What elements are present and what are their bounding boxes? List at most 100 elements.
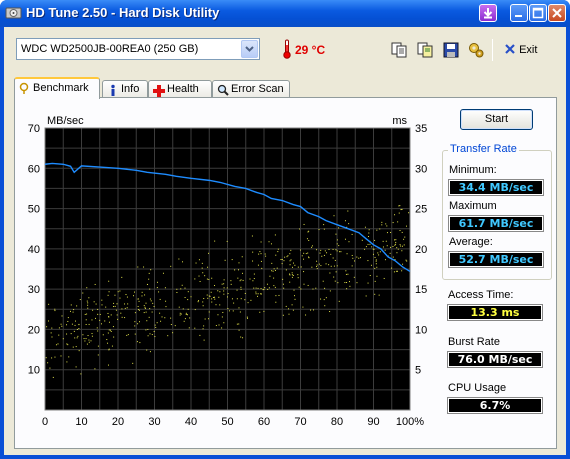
access-time-point (219, 304, 221, 306)
access-time-point (207, 318, 209, 320)
start-button[interactable]: Start (460, 109, 533, 130)
access-time-point (147, 283, 149, 285)
x-tick-label: 60 (258, 416, 270, 428)
access-time-point (223, 293, 225, 295)
access-time-point (386, 232, 388, 234)
access-time-point (288, 313, 290, 315)
access-time-point (75, 346, 77, 348)
access-time-point (85, 338, 87, 340)
save-icon[interactable] (442, 41, 460, 59)
access-time-point (198, 275, 200, 277)
benchmark-chart: MB/sec ms7060504030201035302520151050 10 20… (28, 115, 428, 428)
access-time-point (203, 298, 205, 300)
access-time-point (332, 248, 334, 250)
options-icon[interactable] (467, 41, 485, 59)
access-time-point (202, 328, 204, 330)
access-time-point (176, 288, 178, 290)
access-time-point (286, 256, 288, 258)
access-time-point (195, 262, 197, 264)
exit-button[interactable]: Exit (504, 43, 537, 56)
temperature-readout: 29 °C (295, 43, 326, 57)
access-time-point (119, 297, 121, 299)
access-time-point (403, 238, 405, 240)
access-time-point (273, 285, 275, 287)
x-tick-label: 10 (75, 416, 87, 428)
access-time-point (51, 327, 53, 329)
drive-select[interactable]: WDC WD2500JB-00REA0 (250 GB) (16, 38, 260, 60)
access-time-point (141, 295, 143, 297)
access-time-point (320, 249, 322, 251)
copy-info-icon[interactable] (416, 41, 434, 59)
tab-error-scan[interactable]: Error Scan (212, 80, 290, 97)
access-time-point (240, 288, 242, 290)
access-time-point (372, 253, 374, 255)
access-time-point (277, 251, 279, 253)
access-time-point (70, 333, 72, 335)
download-button[interactable] (479, 4, 497, 22)
access-time-point (221, 283, 223, 285)
access-time-point (223, 287, 225, 289)
close-button[interactable] (548, 4, 566, 22)
access-time-point (238, 323, 240, 325)
access-time-point (90, 340, 92, 342)
access-time-point (137, 323, 139, 325)
access-time-point (78, 350, 80, 352)
access-time-point (190, 296, 192, 298)
access-time-point (291, 274, 293, 276)
access-time-point (197, 301, 199, 303)
access-time-point (384, 259, 386, 261)
access-time-point (214, 240, 216, 242)
access-time-point (108, 280, 110, 282)
access-time-point (202, 272, 204, 274)
copy-text-icon[interactable] (390, 41, 408, 59)
thermometer-icon (283, 39, 291, 59)
access-time-point (398, 205, 400, 207)
access-time-point (401, 250, 403, 252)
access-time-point (389, 246, 391, 248)
access-time-point (339, 251, 341, 253)
access-time-point (344, 282, 346, 284)
access-time-point (199, 334, 201, 336)
access-time-point (138, 300, 140, 302)
title-bar[interactable]: HD Tune 2.50 - Hard Disk Utility (0, 0, 570, 27)
access-time-point (367, 260, 369, 262)
access-time-point (242, 337, 244, 339)
access-time-point (368, 236, 370, 238)
tab-info[interactable]: Info (102, 80, 148, 97)
drive-select-dropdown-button[interactable] (241, 40, 258, 58)
access-time-point (67, 344, 69, 346)
access-time-point (88, 339, 90, 341)
access-time-point (294, 298, 296, 300)
access-time-point (260, 260, 262, 262)
maximize-icon (532, 7, 544, 19)
access-time-point (351, 254, 353, 256)
access-time-point (70, 304, 72, 306)
access-time-point (398, 212, 400, 214)
access-time-point (126, 307, 128, 309)
access-time-point (277, 248, 279, 250)
access-time-point (239, 311, 241, 313)
x-tick-label: 40 (185, 416, 197, 428)
access-time-point (240, 279, 242, 281)
access-time-point (150, 300, 152, 302)
tab-benchmark[interactable]: Benchmark (14, 77, 100, 99)
access-time-point (58, 327, 60, 329)
tab-health[interactable]: Health (148, 80, 212, 97)
access-time-point (360, 257, 362, 259)
access-time-point (374, 239, 376, 241)
maximize-button[interactable] (529, 4, 547, 22)
access-time-point (329, 290, 331, 292)
access-time-point (78, 323, 80, 325)
access-time-point (378, 254, 380, 256)
y-right-tick-label: 20 (415, 244, 427, 256)
access-time-point (308, 239, 310, 241)
access-time-point (108, 329, 110, 331)
access-time-point (201, 267, 203, 269)
access-time-point (125, 294, 127, 296)
minimize-button[interactable] (510, 4, 528, 22)
access-time-point (154, 324, 156, 326)
access-time-point (344, 238, 346, 240)
access-time-point (375, 263, 377, 265)
access-time-point (133, 295, 135, 297)
access-time-point (333, 276, 335, 278)
